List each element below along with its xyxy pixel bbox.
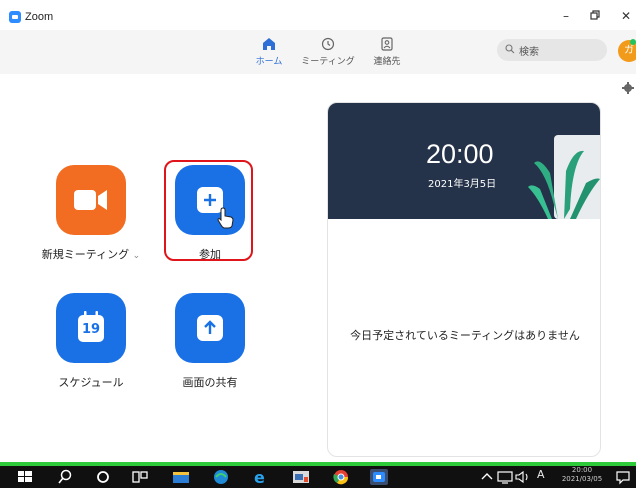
clock-icon — [321, 37, 335, 51]
tab-meetings[interactable]: ミーティング — [301, 37, 355, 69]
plant-illustration — [528, 135, 600, 219]
contacts-icon — [381, 37, 393, 51]
new-meeting-tile[interactable]: 新規ミーティング ⌄ — [41, 165, 141, 262]
share-screen-label: 画面の共有 — [182, 376, 238, 389]
restore-button[interactable] — [584, 6, 606, 26]
network-icon[interactable] — [496, 469, 514, 485]
online-status-dot — [630, 39, 636, 45]
top-nav: ホーム ミーティング 連絡先 検索 ガ — [0, 30, 636, 74]
tab-contacts-label: 連絡先 — [373, 57, 401, 67]
share-screen-tile[interactable]: 画面の共有 — [160, 293, 260, 390]
schedule-label: スケジュール — [58, 376, 124, 389]
speaker-icon[interactable] — [514, 469, 532, 485]
minimize-button[interactable]: – — [555, 6, 577, 26]
search-input[interactable]: 検索 — [497, 39, 607, 61]
gear-icon[interactable] — [622, 82, 634, 94]
upcoming-meetings-panel: 20:00 2021年3月5日 今日予定されているミーティングはありません — [327, 102, 601, 457]
file-explorer-icon[interactable] — [172, 469, 190, 485]
taskbar-clock-date: 2021/03/05 — [561, 475, 603, 483]
share-screen-button[interactable] — [175, 293, 245, 363]
windows-taskbar: e A 20:00 2021/03/05 — [0, 462, 636, 488]
zoom-logo-icon — [9, 11, 21, 23]
title-bar: Zoom – ✕ — [0, 0, 636, 30]
clock-header: 20:00 2021年3月5日 — [328, 103, 600, 219]
task-view-icon[interactable] — [131, 469, 149, 485]
chrome-icon[interactable] — [332, 469, 350, 485]
taskbar-clock[interactable]: 20:00 2021/03/05 — [556, 466, 608, 484]
home-icon — [263, 38, 275, 50]
taskbar-clock-time: 20:00 — [571, 466, 593, 474]
tab-home[interactable]: ホーム — [242, 37, 296, 69]
ie-icon[interactable]: e — [252, 469, 270, 485]
schedule-button[interactable]: 19 — [56, 293, 126, 363]
video-camera-icon — [74, 190, 107, 210]
app-window-icon[interactable] — [292, 469, 310, 485]
chevron-up-icon[interactable] — [478, 469, 496, 485]
chevron-down-icon[interactable]: ⌄ — [133, 251, 141, 261]
zoom-window: Zoom – ✕ ホーム ミーティング 連絡先 検索 ガ 新規ミーティング ⌄ … — [0, 0, 636, 462]
window-title: Zoom — [25, 11, 54, 23]
new-meeting-button[interactable] — [56, 165, 126, 235]
ime-indicator[interactable]: A — [537, 468, 545, 481]
calendar-day: 19 — [81, 322, 101, 337]
close-button[interactable]: ✕ — [615, 6, 636, 26]
windows-start-icon[interactable] — [16, 469, 34, 485]
edge-icon[interactable] — [212, 469, 230, 485]
search-placeholder: 検索 — [519, 47, 539, 58]
current-time: 20:00 — [426, 139, 494, 169]
svg-text:e: e — [254, 469, 265, 485]
current-date: 2021年3月5日 — [428, 179, 497, 190]
search-icon[interactable] — [56, 469, 74, 485]
zoom-taskbar-icon[interactable] — [370, 469, 388, 485]
cortana-icon[interactable] — [94, 469, 112, 485]
notification-icon[interactable] — [614, 469, 632, 485]
upload-arrow-icon — [197, 315, 223, 341]
schedule-tile[interactable]: 19 スケジュール — [41, 293, 141, 390]
search-icon — [505, 44, 515, 54]
join-highlight-frame — [164, 160, 253, 261]
tab-meetings-label: ミーティング — [301, 57, 355, 67]
tab-home-label: ホーム — [255, 57, 283, 67]
restore-icon — [590, 10, 600, 20]
new-meeting-label: 新規ミーティング ⌄ — [41, 248, 141, 261]
tab-contacts[interactable]: 連絡先 — [360, 37, 414, 69]
no-meetings-message: 今日予定されているミーティングはありません — [350, 329, 580, 342]
